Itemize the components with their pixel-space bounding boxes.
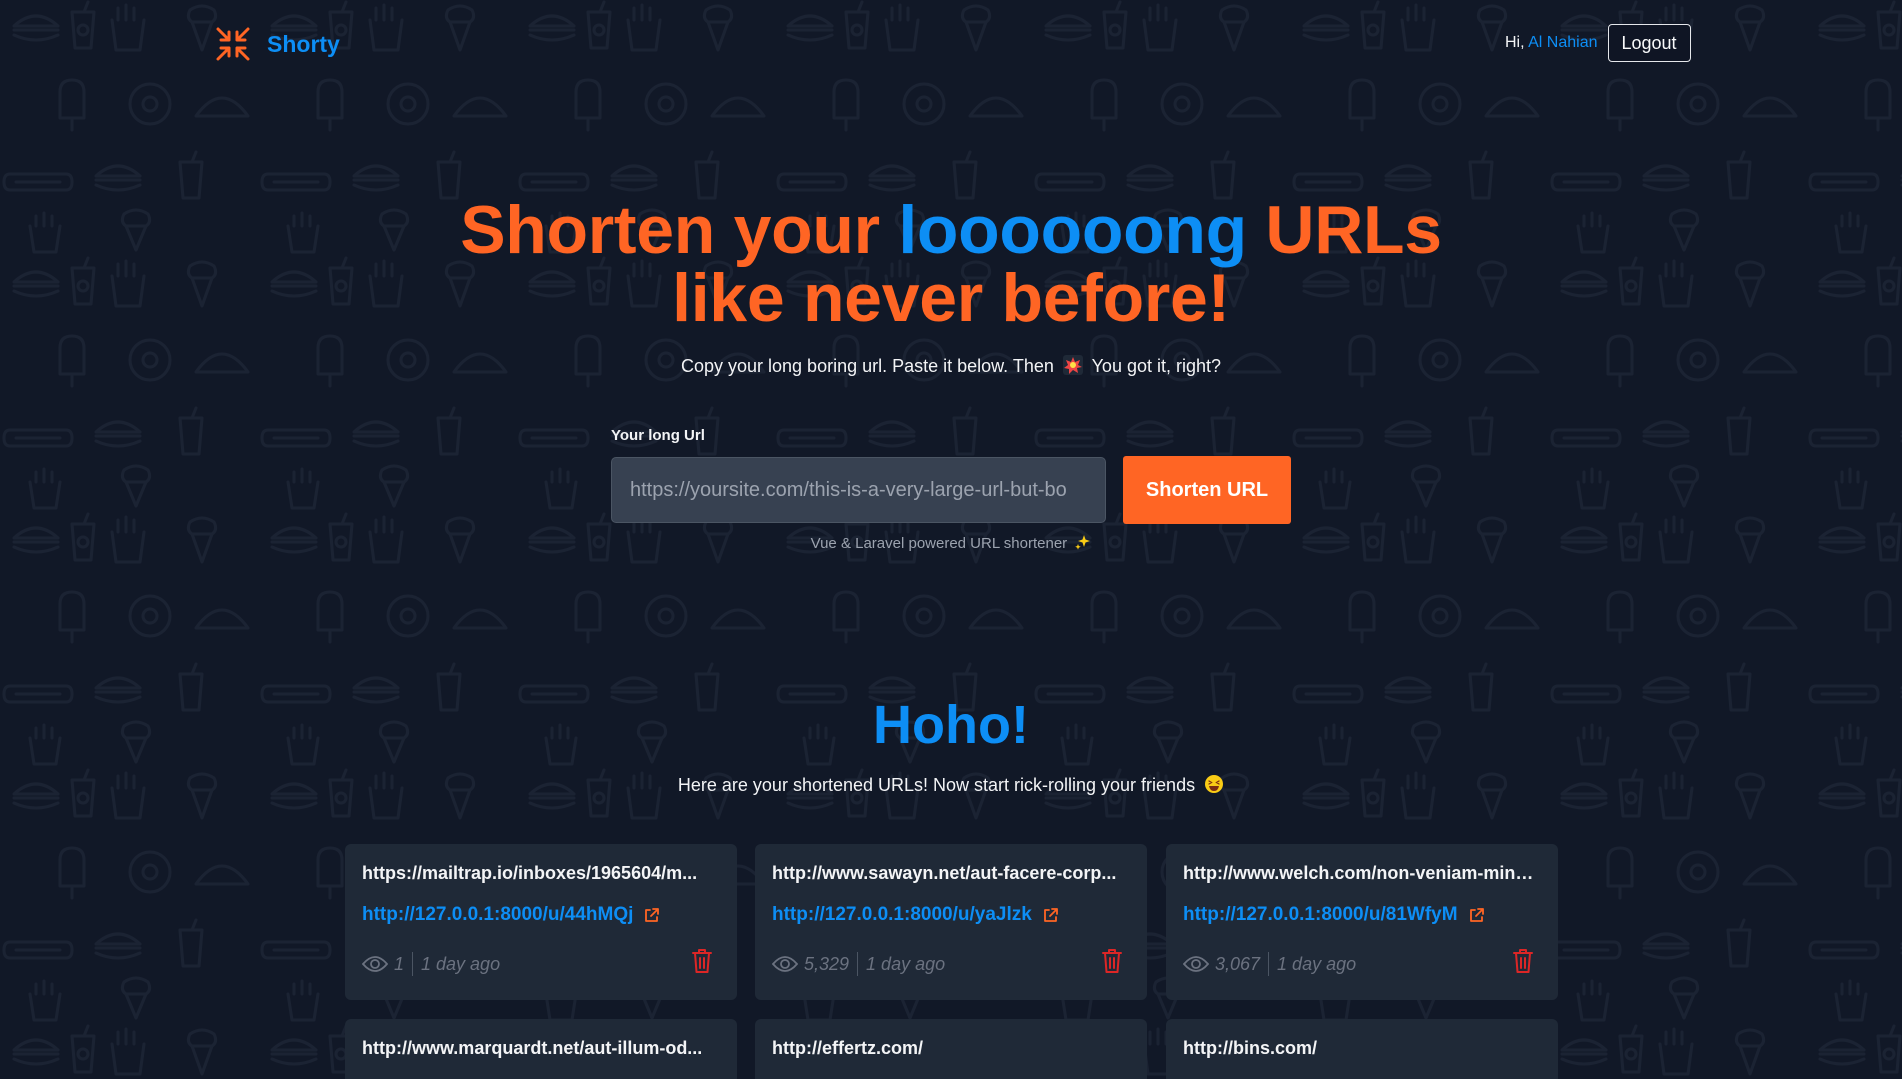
link-card: http://bins.com/ — [1166, 1019, 1558, 1079]
short-url-link[interactable]: http://127.0.0.1:8000/u/81WfyM — [1183, 904, 1458, 926]
created-time: 1 day ago — [1277, 953, 1357, 974]
hero-title-highlight: loooooong — [898, 192, 1247, 268]
compress-arrows-icon — [216, 27, 250, 61]
meta-divider — [857, 952, 859, 976]
original-url: https://mailtrap.io/inboxes/1965604/m... — [362, 863, 698, 883]
link-card: http://www.sawayn.net/aut-facere-corp...… — [755, 844, 1147, 1000]
meta-divider — [1268, 952, 1270, 976]
short-url-row: http://127.0.0.1:8000/u/yaJlzk — [772, 904, 1059, 926]
external-link-icon[interactable] — [643, 907, 660, 924]
view-count: 3,067 — [1215, 953, 1261, 974]
meta-divider — [412, 952, 414, 976]
original-url: http://www.welch.com/non-veniam-minus... — [1183, 863, 1543, 883]
hero-subtitle: Copy your long boring url. Paste it belo… — [0, 355, 1902, 377]
hero-title-line2: like never before! — [672, 260, 1230, 336]
short-url-row: http://127.0.0.1:8000/u/44hMQj — [362, 904, 660, 926]
original-url: http://www.marquardt.net/aut-illum-od... — [362, 1038, 703, 1058]
hero-subtitle-before: Copy your long boring url. Paste it belo… — [680, 356, 1054, 376]
link-meta: 1 1 day ago — [362, 952, 500, 976]
link-meta: 5,329 1 day ago — [772, 952, 945, 976]
eye-icon — [362, 956, 388, 972]
hero-heading: Shorten your loooooong URLs like never b… — [0, 196, 1902, 332]
brand-name: Shorty — [267, 30, 340, 57]
page: Shorty Hi, Al Nahian Logout Shorten your… — [0, 0, 1902, 1079]
brand-link[interactable]: Shorty — [215, 26, 340, 62]
link-meta: 3,067 1 day ago — [1183, 952, 1356, 976]
external-link-icon[interactable] — [1468, 907, 1485, 924]
created-time: 1 day ago — [421, 953, 501, 974]
created-time: 1 day ago — [866, 953, 946, 974]
delete-trash-icon[interactable] — [1101, 948, 1123, 974]
original-url: http://bins.com/ — [1183, 1038, 1317, 1058]
top-navbar: Shorty Hi, Al Nahian Logout — [0, 24, 1902, 66]
greeting-label: Hi, — [1505, 34, 1525, 51]
logout-button[interactable]: Logout — [1607, 24, 1691, 62]
original-url: http://www.sawayn.net/aut-facere-corp... — [772, 863, 1117, 883]
shorten-url-button[interactable]: Shorten URL — [1123, 456, 1291, 524]
short-url-link[interactable]: http://127.0.0.1:8000/u/44hMQj — [362, 904, 633, 926]
short-url-row: http://127.0.0.1:8000/u/81WfyM — [1183, 904, 1485, 926]
greeting-text: Hi, Al Nahian — [1505, 34, 1598, 52]
hero-subtitle-after: You got it, right? — [1091, 356, 1222, 376]
powered-by-label: Vue & Laravel powered URL shortener — [810, 535, 1068, 552]
eye-icon — [772, 956, 798, 972]
hero-title-part1: Shorten your — [460, 192, 899, 268]
user-name-link[interactable]: Al Nahian — [1528, 34, 1597, 51]
section-subtitle-text: Here are your shortened URLs! Now start … — [677, 775, 1196, 795]
external-link-icon[interactable] — [1042, 907, 1059, 924]
sparkles-icon — [1075, 535, 1091, 550]
link-card: http://www.welch.com/non-veniam-minus...… — [1166, 844, 1558, 1000]
hero-title: Shorten your loooooong URLs like never b… — [0, 196, 1902, 332]
collision-emoji-icon — [1062, 355, 1083, 375]
powered-by-text: Vue & Laravel powered URL shortener — [0, 534, 1902, 552]
long-url-label: Your long Url — [611, 427, 705, 444]
link-card: http://www.marquardt.net/aut-illum-od... — [345, 1019, 737, 1079]
section-title: Hoho! — [873, 695, 1029, 755]
delete-trash-icon[interactable] — [1512, 948, 1534, 974]
long-url-input[interactable] — [611, 457, 1106, 523]
short-url-link[interactable]: http://127.0.0.1:8000/u/yaJlzk — [772, 904, 1032, 926]
hero-title-part2: URLs — [1246, 192, 1442, 268]
section-subtitle: Here are your shortened URLs! Now start … — [0, 774, 1902, 796]
link-card: http://effertz.com/ — [755, 1019, 1147, 1079]
view-count: 5,329 — [804, 953, 850, 974]
link-card: https://mailtrap.io/inboxes/1965604/m...… — [345, 844, 737, 1000]
eye-icon — [1183, 956, 1209, 972]
laughing-emoji-icon — [1205, 775, 1224, 793]
delete-trash-icon[interactable] — [691, 948, 713, 974]
view-count: 1 — [394, 953, 405, 974]
original-url: http://effertz.com/ — [772, 1038, 923, 1058]
user-menu: Hi, Al Nahian Logout — [1505, 24, 1691, 62]
